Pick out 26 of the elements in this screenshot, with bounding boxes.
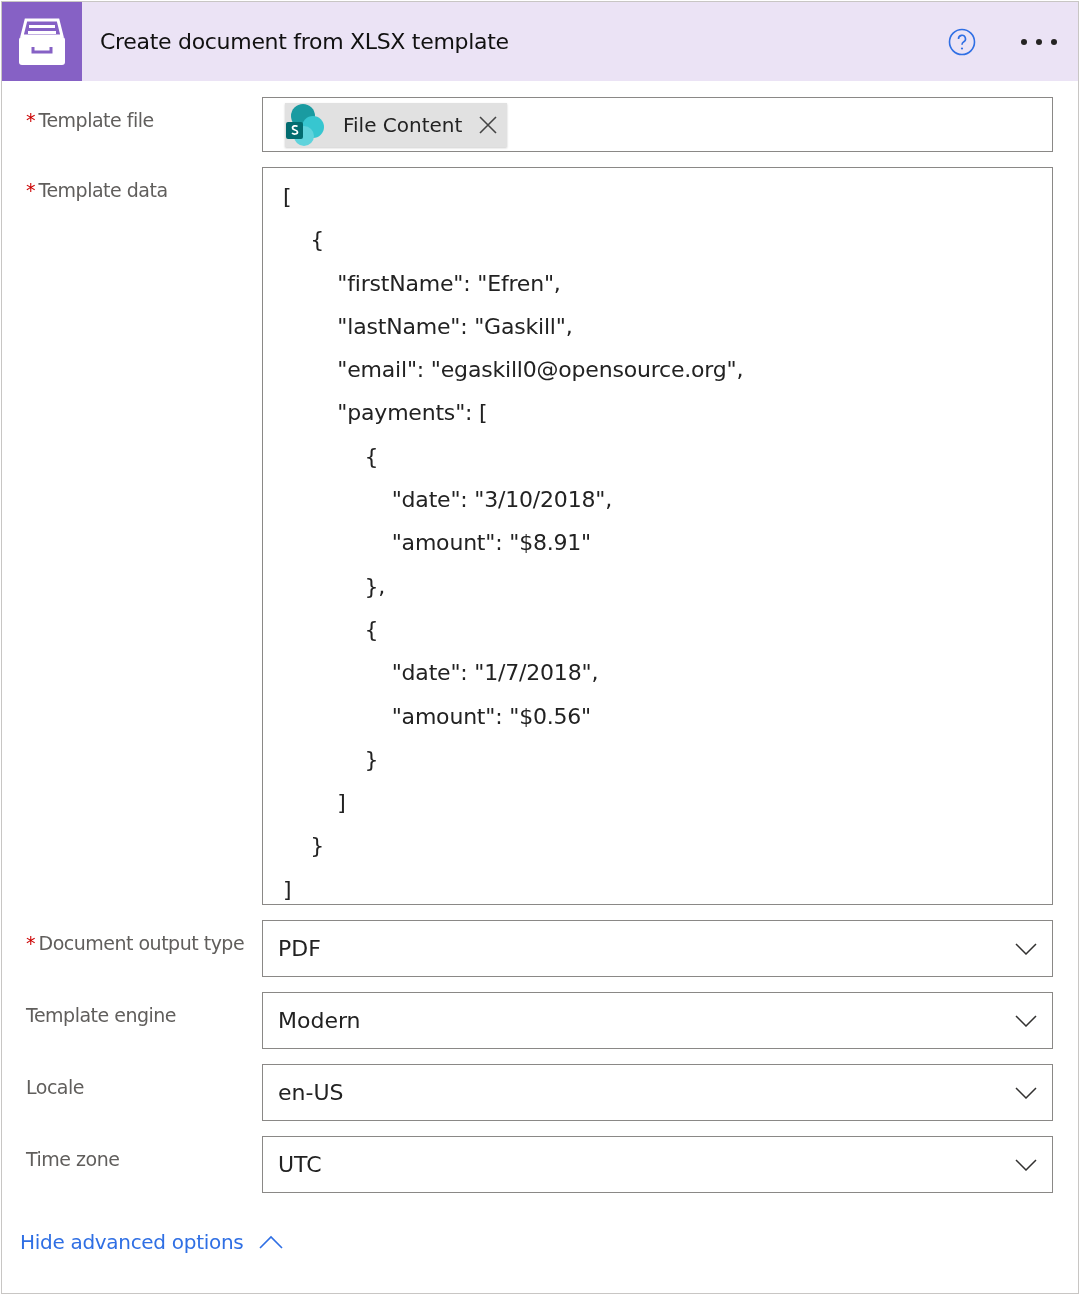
field-label: Template data [38,179,168,201]
template-data-field[interactable]: [ { "firstName": "Efren", "lastName": "Gaskill", "email": "egaskill0@opensource.org", "payments": [ { "date": "3/10/2018", "amount": "$8.91" }, { "date": "1/7/2018", "amount": "$0.56" } ] } ] [262,167,1053,905]
chevron-down-icon [1015,942,1037,955]
file-content-token[interactable]: File Content [285,102,508,147]
field-label: Template file [38,109,154,131]
chevron-down-icon [1015,1014,1037,1027]
required-marker: * [26,932,36,954]
field-label: Time zone [26,1148,120,1170]
field-label: Document output type [38,932,245,954]
dropdown[interactable]: UTC [262,1136,1053,1193]
advanced-options-toggle[interactable]: Hide advanced options [20,1226,284,1258]
help-icon[interactable] [948,27,976,56]
dropdown[interactable]: PDF [262,920,1053,977]
required-marker: * [26,179,36,201]
sharepoint-icon [285,102,327,147]
dropdown[interactable]: en-US [262,1064,1053,1121]
dropdown[interactable]: Modern [262,992,1053,1049]
chevron-down-icon [1015,1158,1037,1171]
field-label: Locale [26,1076,84,1098]
required-marker: * [26,109,36,131]
chevron-down-icon [1015,1086,1037,1099]
card-title: Create document from XLSX template [100,29,510,54]
field-label: Template engine [26,1004,177,1026]
more-options-icon[interactable] [1020,37,1058,46]
close-icon[interactable] [478,114,499,135]
template-file-field[interactable]: File Content [262,97,1053,152]
